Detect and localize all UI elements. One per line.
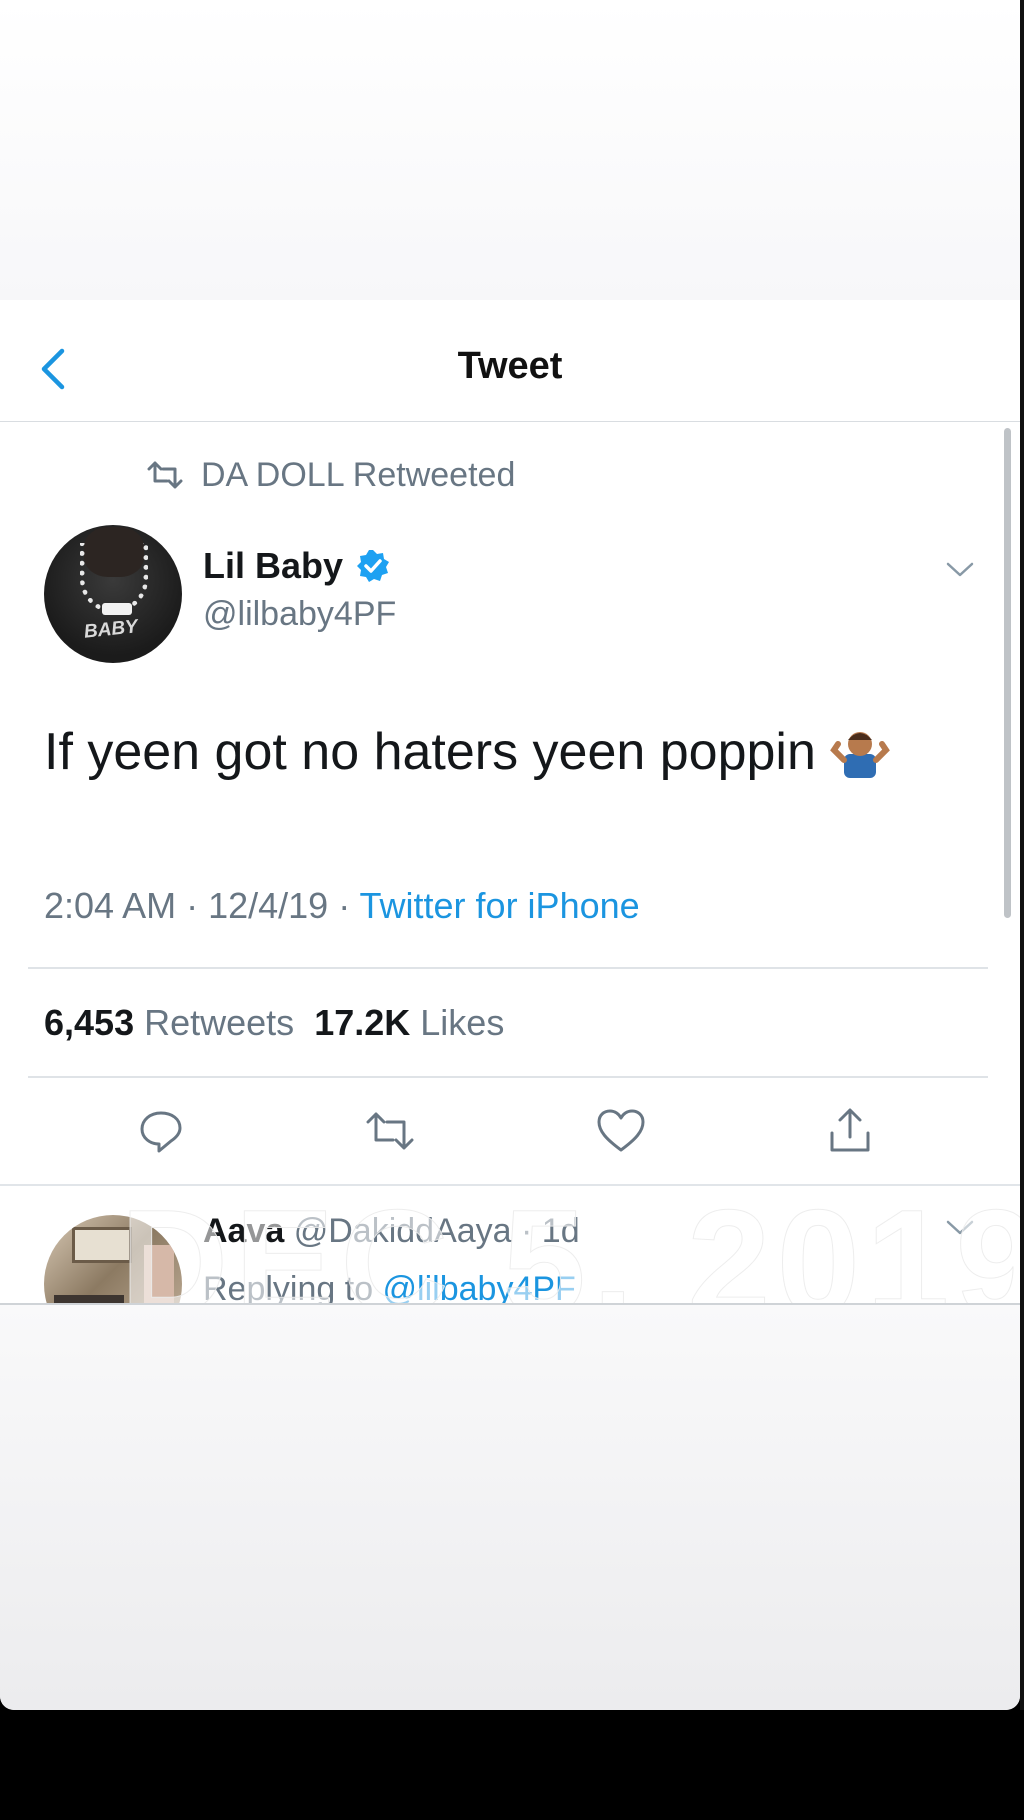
verified-badge-icon [357,550,390,582]
screen-edge [1020,0,1024,1710]
tweet-text-content: If yeen got no haters yeen poppin [44,723,816,781]
share-icon [830,1108,870,1152]
share-button[interactable] [822,1103,878,1159]
likes-stat[interactable]: 17.2K Likes [314,1002,504,1043]
replying-to: Replying to @lilbaby4PF [203,1270,576,1304]
divider [0,1184,1020,1186]
avatar-shirt-text: BABY [82,616,139,643]
scrollbar[interactable] [1004,428,1011,918]
reply-item[interactable]: Aava @DakiddAaya · 1d Replying to @lilba… [0,1190,1020,1304]
chevron-down-icon[interactable] [944,1218,976,1238]
like-label: Likes [420,1002,505,1043]
tweet-source-link[interactable]: Twitter for iPhone [360,885,640,926]
divider [28,1076,988,1078]
author-name[interactable]: Lil Baby [203,545,391,587]
reply-handle-time: @DakiddAaya · 1d [293,1212,580,1250]
reply-button[interactable] [133,1103,189,1159]
retweet-icon [147,461,183,489]
author-name-label: Lil Baby [203,545,344,586]
retweet-action-icon [366,1112,414,1150]
author-avatar[interactable]: BABY [44,525,182,663]
retweet-label: Retweets [144,1002,295,1043]
reply-icon [140,1111,182,1153]
tweet-timestamp: 2:04 AM · 12/4/19 · [44,885,360,926]
page-title: Tweet [457,345,563,387]
tweet-text: If yeen got no haters yeen poppin [44,722,890,782]
like-count: 17.2K [314,1002,411,1043]
divider [28,967,988,969]
retweet-button[interactable] [362,1103,418,1159]
retweet-context[interactable]: DA DOLL Retweeted [145,455,515,495]
status-area [0,0,1020,300]
blank-area [0,1305,1020,1710]
tweet-meta: 2:04 AM · 12/4/19 · Twitter for iPhone [44,885,640,927]
reply-header: Aava @DakiddAaya · 1d [203,1212,580,1251]
retweet-context-label: DA DOLL Retweeted [201,455,516,494]
replying-to-prefix: Replying to [203,1270,383,1304]
chevron-down-icon[interactable] [944,560,976,580]
tweet-stats: 6,453 Retweets 17.2K Likes [44,1002,504,1044]
replying-to-mention[interactable]: @lilbaby4PF [383,1270,576,1304]
shrug-emoji-icon [830,732,890,778]
retweets-stat[interactable]: 6,453 Retweets [44,1002,294,1043]
reply-author-name[interactable]: Aava [203,1212,284,1250]
author-handle[interactable]: @lilbaby4PF [203,595,396,634]
reply-avatar[interactable] [44,1215,182,1304]
like-button[interactable] [593,1103,649,1159]
retweet-count: 6,453 [44,1002,135,1043]
like-heart-icon [597,1109,645,1152]
app-screen: Tweet DA DOLL Retweeted BABY Lil Baby @l… [0,0,1020,1710]
